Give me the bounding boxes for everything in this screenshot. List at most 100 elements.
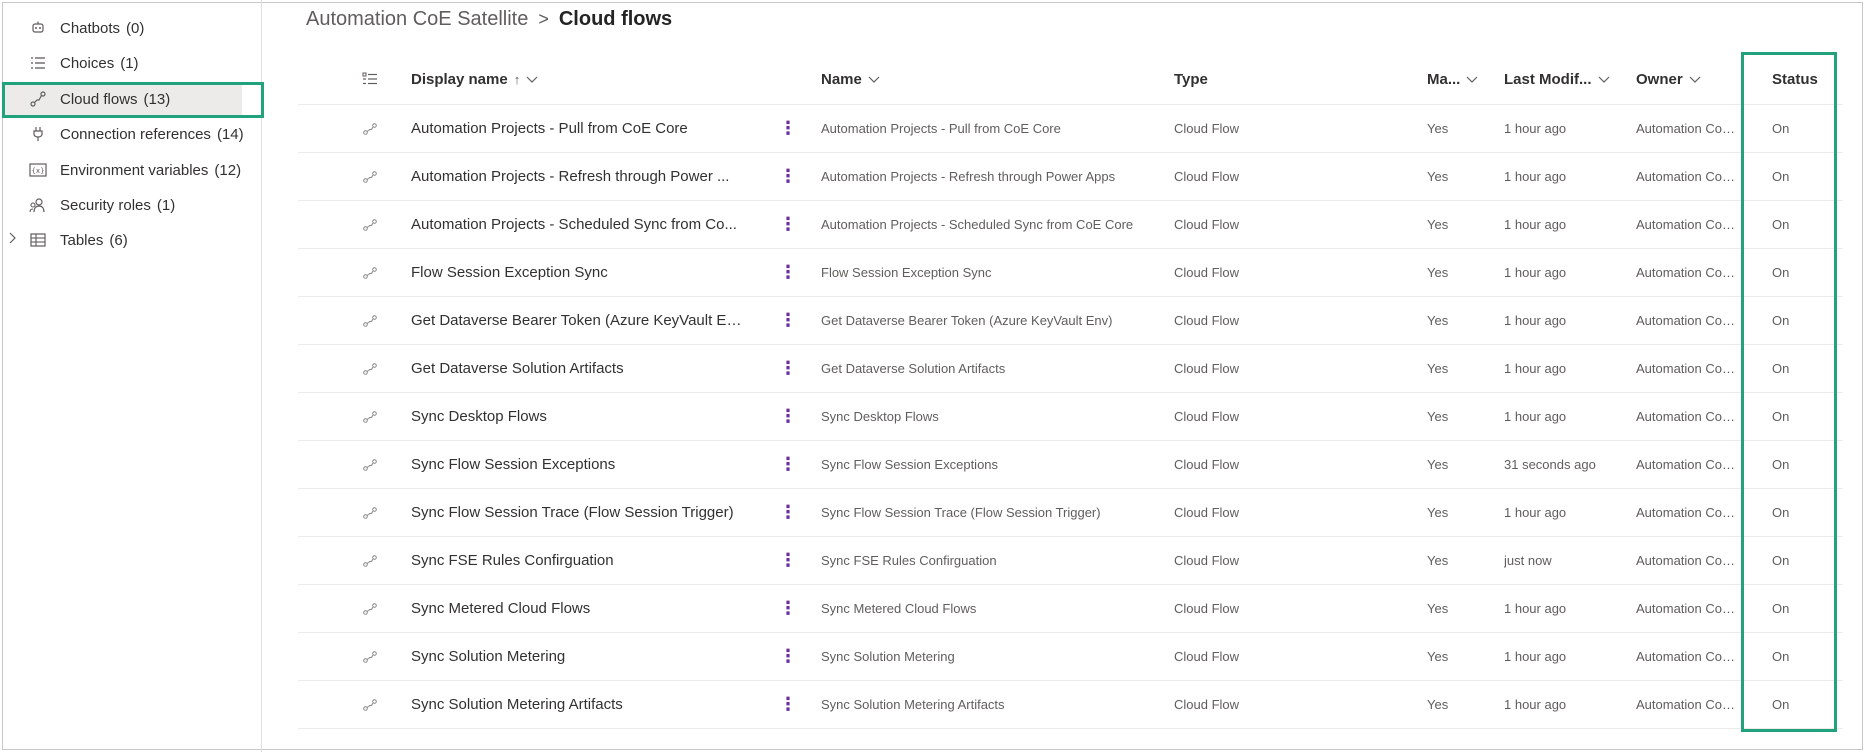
status-cell: On <box>1772 585 1832 632</box>
name-text: Flow Session Exception Sync <box>821 265 992 280</box>
sidebar-item-security-roles[interactable]: Security roles (1) <box>24 188 175 222</box>
more-options-icon[interactable]: ⋮ <box>773 105 803 152</box>
owner-cell: Automation CoE ... <box>1636 393 1741 440</box>
more-options-icon[interactable]: ⋮ <box>773 585 803 632</box>
display-name-link[interactable]: Flow Session Exception Sync <box>411 249 746 296</box>
type-cell: Cloud Flow <box>1174 489 1374 536</box>
more-options-icon[interactable]: ⋮ <box>773 393 803 440</box>
table-row[interactable]: Automation Projects - Scheduled Sync fro… <box>298 201 1843 249</box>
table-row[interactable]: Get Dataverse Solution Artifacts ⋮ Get Dat… <box>298 345 1843 393</box>
status-cell: On <box>1772 153 1832 200</box>
name-cell: Get Dataverse Solution Artifacts <box>821 345 1161 392</box>
display-name-link[interactable]: Sync Flow Session Exceptions <box>411 441 746 488</box>
column-options-icon[interactable] <box>358 54 382 104</box>
last-modified-cell: 1 hour ago <box>1504 393 1629 440</box>
table-row[interactable]: Sync Solution Metering Artifacts ⋮ Sync So… <box>298 681 1843 729</box>
owner-text: Automation CoE ... <box>1636 457 1741 472</box>
display-name-text: Sync Desktop Flows <box>411 408 547 425</box>
owner-cell: Automation CoE ... <box>1636 585 1741 632</box>
table-row[interactable]: Automation Projects - Refresh through Po… <box>298 153 1843 201</box>
display-name-link[interactable]: Sync Flow Session Trace (Flow Session Tr… <box>411 489 746 536</box>
more-options-icon[interactable]: ⋮ <box>773 249 803 296</box>
owner-cell: Automation CoE ... <box>1636 153 1741 200</box>
header-owner[interactable]: Owner <box>1636 54 1741 104</box>
sidebar-item-label: Security roles <box>60 196 151 214</box>
type-text: Cloud Flow <box>1174 457 1240 472</box>
more-options-icon[interactable]: ⋮ <box>773 153 803 200</box>
header-name[interactable]: Name <box>821 54 1161 104</box>
more-options-icon[interactable]: ⋮ <box>773 201 803 248</box>
sidebar-item-connection-references[interactable]: Connection references (14) <box>24 117 244 151</box>
table-row[interactable]: Sync Desktop Flows ⋮ Sync Desktop Flows Clo… <box>298 393 1843 441</box>
sidebar-item-label: Environment variables <box>60 161 209 179</box>
header-last-modified[interactable]: Last Modif... <box>1504 54 1629 104</box>
display-name-link[interactable]: Automation Projects - Scheduled Sync fro… <box>411 201 746 248</box>
managed-cell: Yes <box>1427 201 1497 248</box>
table-row[interactable]: Automation Projects - Pull from CoE Core… <box>298 105 1843 153</box>
last-modified-cell: 1 hour ago <box>1504 633 1629 680</box>
owner-cell: Automation CoE ... <box>1636 345 1741 392</box>
more-options-icon[interactable]: ⋮ <box>773 441 803 488</box>
display-name-link[interactable]: Sync Solution Metering Artifacts <box>411 681 746 728</box>
table-row[interactable]: Sync FSE Rules Confirguation ⋮ Sync FSE Ru… <box>298 537 1843 585</box>
sidebar-item-tables[interactable]: Tables (6) <box>24 223 128 257</box>
chatbot-icon <box>24 20 52 36</box>
header-type-label: Type <box>1174 70 1208 88</box>
name-cell: Sync Solution Metering <box>821 633 1161 680</box>
type-cell: Cloud Flow <box>1174 441 1374 488</box>
sidebar-item-count: (6) <box>109 231 128 249</box>
header-status[interactable]: Status <box>1772 54 1832 104</box>
header-type[interactable]: Type <box>1174 54 1374 104</box>
table-row[interactable]: Sync Flow Session Exceptions ⋮ Sync Flow S… <box>298 441 1843 489</box>
sidebar-item-environment-variables[interactable]: {x} Environment variables (12) <box>24 153 241 187</box>
status-cell: On <box>1772 681 1832 728</box>
display-name-text: Sync Solution Metering <box>411 648 566 665</box>
chevron-down-icon <box>868 72 880 87</box>
last-modified-text: 1 hour ago <box>1504 169 1567 184</box>
last-modified-text: 1 hour ago <box>1504 217 1567 232</box>
display-name-link[interactable]: Sync Metered Cloud Flows <box>411 585 746 632</box>
display-name-link[interactable]: Sync Solution Metering <box>411 633 746 680</box>
table-row[interactable]: Sync Metered Cloud Flows ⋮ Sync Metered Cl… <box>298 585 1843 633</box>
display-name-link[interactable]: Automation Projects - Pull from CoE Core <box>411 105 746 152</box>
sidebar-item-label: Chatbots <box>60 19 121 37</box>
type-text: Cloud Flow <box>1174 409 1240 424</box>
name-text: Sync Flow Session Exceptions <box>821 457 999 472</box>
managed-text: Yes <box>1427 121 1449 136</box>
table-row[interactable]: Sync Solution Metering ⋮ Sync Solution Met… <box>298 633 1843 681</box>
managed-cell: Yes <box>1427 585 1497 632</box>
name-cell: Sync FSE Rules Confirguation <box>821 537 1161 584</box>
header-managed[interactable]: Ma... <box>1427 54 1497 104</box>
status-cell: On <box>1772 393 1832 440</box>
display-name-link[interactable]: Sync FSE Rules Confirguation <box>411 537 746 584</box>
table-row[interactable]: Flow Session Exception Sync ⋮ Flow Session… <box>298 249 1843 297</box>
more-options-icon[interactable]: ⋮ <box>773 537 803 584</box>
last-modified-cell: 1 hour ago <box>1504 585 1629 632</box>
more-options-icon[interactable]: ⋮ <box>773 633 803 680</box>
sidebar-item-count: (0) <box>126 19 145 37</box>
display-name-link[interactable]: Get Dataverse Solution Artifacts <box>411 345 746 392</box>
header-display-name-label: Display name <box>411 70 508 88</box>
more-options-icon[interactable]: ⋮ <box>773 345 803 392</box>
last-modified-cell: 1 hour ago <box>1504 105 1629 152</box>
more-options-icon[interactable]: ⋮ <box>773 681 803 728</box>
status-cell: On <box>1772 345 1832 392</box>
table-row[interactable]: Get Dataverse Bearer Token (Azure KeyVau… <box>298 297 1843 345</box>
display-name-link[interactable]: Get Dataverse Bearer Token (Azure KeyVau… <box>411 297 746 344</box>
sidebar-item-choices[interactable]: Choices (1) <box>24 46 139 80</box>
managed-cell: Yes <box>1427 489 1497 536</box>
more-options-icon[interactable]: ⋮ <box>773 297 803 344</box>
display-name-link[interactable]: Sync Desktop Flows <box>411 393 746 440</box>
managed-text: Yes <box>1427 217 1449 232</box>
type-cell: Cloud Flow <box>1174 249 1374 296</box>
table-row[interactable]: Sync Flow Session Trace (Flow Session Tr… <box>298 489 1843 537</box>
name-cell: Automation Projects - Refresh through Po… <box>821 153 1161 200</box>
display-name-link[interactable]: Automation Projects - Refresh through Po… <box>411 153 746 200</box>
status-text: On <box>1772 217 1790 232</box>
header-display-name[interactable]: Display name ↑ <box>411 54 746 104</box>
status-text: On <box>1772 361 1790 376</box>
chevron-right-icon[interactable] <box>8 231 16 247</box>
breadcrumb-parent[interactable]: Automation CoE Satellite <box>306 8 528 31</box>
more-options-icon[interactable]: ⋮ <box>773 489 803 536</box>
sidebar-item-chatbots[interactable]: Chatbots (0) <box>24 11 144 45</box>
